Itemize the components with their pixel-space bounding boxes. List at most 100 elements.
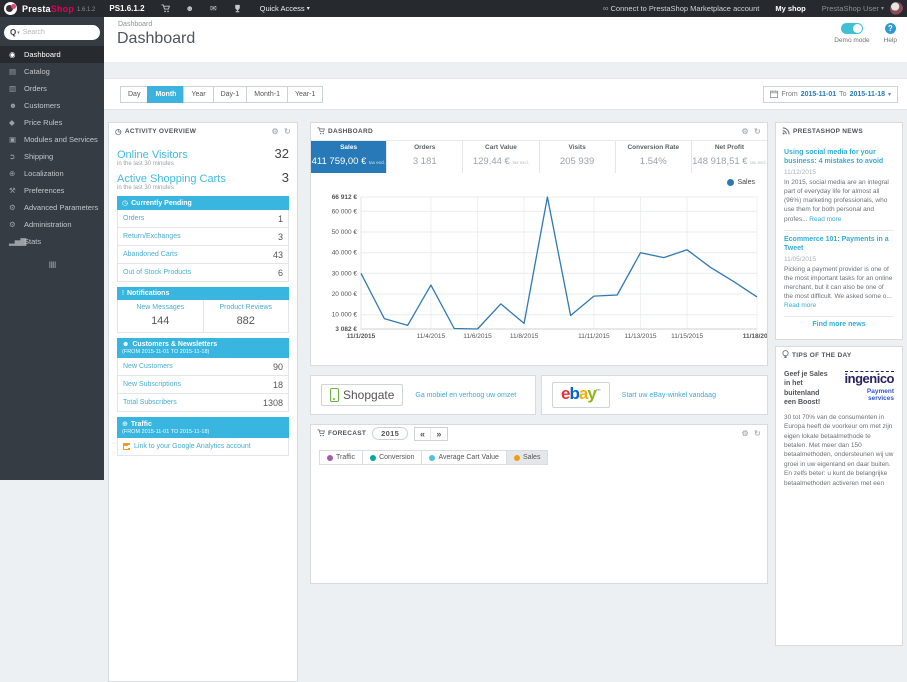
svg-text:11/13/2015: 11/13/2015 xyxy=(624,333,656,340)
gear-icon[interactable]: ⚙ xyxy=(742,127,749,136)
sidebar-item-orders[interactable]: ▥ Orders xyxy=(0,80,104,97)
row-value: 6 xyxy=(277,267,283,278)
kpi-conversion-rate[interactable]: Conversion Rate 1.54% xyxy=(616,141,692,173)
dashboard-content: ◷ ACTIVITY OVERVIEW ⚙ ↻ Online Visitors 3… xyxy=(104,110,907,682)
sidebar-item-label: Localization xyxy=(24,169,64,178)
ebay-link[interactable]: Start uw eBay-winkel vandaag xyxy=(622,392,716,399)
currently-pending-section: ◷ Currently Pending Orders 1 Return/Exchan… xyxy=(117,196,289,282)
trophy-icon[interactable] xyxy=(233,4,242,13)
online-visitors-link[interactable]: Online Visitors xyxy=(117,149,188,161)
kpi-cart-value[interactable]: Cart Value 129,44 € tax excl. xyxy=(463,141,540,173)
date-range-picker[interactable]: From 2015-11-01 To 2015-11-18 ▾ xyxy=(763,86,898,103)
pending-row-out-of-stock[interactable]: Out of Stock Products 6 xyxy=(117,264,289,282)
sidebar-item-modules[interactable]: ▣ Modules and Services xyxy=(0,131,104,148)
google-analytics-link-row[interactable]: Link to your Google Analytics account xyxy=(117,438,289,456)
gear-icon[interactable]: ⚙ xyxy=(272,127,279,136)
row-label: Return/Exchanges xyxy=(123,233,181,240)
search-scope[interactable]: Q xyxy=(10,28,16,37)
user-icon[interactable]: ☻ xyxy=(186,4,194,13)
kpi-label: Sales xyxy=(340,144,358,151)
help-icon[interactable]: ? xyxy=(884,23,896,34)
shop-name[interactable]: PS1.6.1.2 xyxy=(109,4,144,13)
chart-legend[interactable]: Sales xyxy=(727,179,755,186)
calendar-icon xyxy=(770,89,779,100)
kpi-net-profit[interactable]: Net Profit 148 918,51 € tax excl. xyxy=(692,141,767,173)
product-reviews-cell[interactable]: Product Reviews 882 xyxy=(202,300,289,332)
active-carts-link[interactable]: Active Shopping Carts xyxy=(117,173,226,185)
sidebar-item-customers[interactable]: ☻ Customers xyxy=(0,97,104,114)
read-more-link[interactable]: Read more xyxy=(809,216,841,223)
currently-pending-header: ◷ Currently Pending xyxy=(117,196,289,210)
sidebar-item-label: Preferences xyxy=(24,186,65,195)
pending-row-returns[interactable]: Return/Exchanges 3 xyxy=(117,228,289,246)
find-more-news-link[interactable]: Find more news xyxy=(784,321,894,328)
user-menu[interactable]: PrestaShop User ▾ xyxy=(822,4,884,13)
gear-icon[interactable]: ⚙ xyxy=(742,429,749,438)
shopgate-link[interactable]: Ga mobiel en verhoog uw omzet xyxy=(415,392,516,399)
sidebar-item-localization[interactable]: ⊕ Localization xyxy=(0,165,104,182)
news-item-title[interactable]: Ecommerce 101: Payments in a Tweet xyxy=(784,235,894,253)
new-messages-cell[interactable]: New Messages 144 xyxy=(118,300,203,332)
kpi-label: Conversion Rate xyxy=(627,144,680,151)
svg-text:66 912 €: 66 912 € xyxy=(332,194,358,201)
range-button-day[interactable]: Day xyxy=(120,86,148,103)
demo-mode-toggle[interactable] xyxy=(840,23,863,34)
range-button-group: Day Month Year Day-1 Month-1 Year-1 xyxy=(120,86,324,103)
sidebar-item-preferences[interactable]: ⚒ Preferences xyxy=(0,182,104,199)
next-year-button[interactable]: » xyxy=(430,427,446,440)
range-button-day-1[interactable]: Day-1 xyxy=(212,86,247,103)
kpi-value: 148 918,51 € tax excl. xyxy=(692,156,767,167)
sidebar-item-price-rules[interactable]: ◆ Price Rules xyxy=(0,114,104,131)
sidebar-item-advanced-parameters[interactable]: ⚙ Advanced Parameters xyxy=(0,199,104,216)
kpi-orders[interactable]: Orders 3 181 xyxy=(387,141,464,173)
sidebar-item-dashboard[interactable]: ◉ Dashboard xyxy=(0,46,104,63)
legend-conversion[interactable]: Conversion xyxy=(362,451,422,464)
row-label: New Customers xyxy=(123,363,173,370)
pending-row-abandoned-carts[interactable]: Abandoned Carts 43 xyxy=(117,246,289,264)
total-subscribers-row[interactable]: Total Subscribers 1308 xyxy=(117,394,289,412)
range-button-month-1[interactable]: Month-1 xyxy=(246,86,287,103)
kpi-value: 129,44 € tax excl. xyxy=(472,156,529,167)
kpi-visits[interactable]: Visits 205 939 xyxy=(540,141,616,173)
sidebar-item-catalog[interactable]: ▤ Catalog xyxy=(0,63,104,80)
previous-year-button[interactable]: « xyxy=(415,428,430,440)
row-value: 90 xyxy=(272,361,283,372)
read-more-link[interactable]: Read more xyxy=(784,302,816,309)
dashboard-icon: ◉ xyxy=(9,50,16,59)
news-item-title[interactable]: Using social media for your business: 4 … xyxy=(784,148,894,166)
range-button-year-1[interactable]: Year-1 xyxy=(286,86,324,103)
envelope-icon[interactable]: ✉ xyxy=(210,4,217,13)
refresh-icon[interactable]: ↻ xyxy=(284,127,291,136)
avatar[interactable] xyxy=(890,2,903,15)
refresh-icon[interactable]: ↻ xyxy=(754,127,761,136)
cart-icon[interactable] xyxy=(160,4,170,13)
legend-traffic[interactable]: Traffic xyxy=(320,451,363,464)
new-customers-row[interactable]: New Customers 90 xyxy=(117,358,289,376)
breadcrumb[interactable]: Dashboard xyxy=(118,21,152,28)
clock-icon: ◷ xyxy=(122,200,129,207)
ebay-banner[interactable]: ebay™ Start uw eBay-winkel vandaag xyxy=(541,375,768,415)
legend-average-cart-value[interactable]: Average Cart Value xyxy=(421,451,506,464)
pending-row-orders[interactable]: Orders 1 xyxy=(117,210,289,228)
range-button-year[interactable]: Year xyxy=(183,86,213,103)
forecast-year-pill[interactable]: 2015 xyxy=(372,427,409,440)
kpi-sales[interactable]: Sales 411 759,00 € tax excl. xyxy=(311,141,388,173)
sidebar-search-input[interactable] xyxy=(22,29,81,36)
topbar-right: ∞ Connect to PrestaShop Marketplace accou… xyxy=(603,2,907,15)
new-subscriptions-row[interactable]: New Subscriptions 18 xyxy=(117,376,289,394)
customers-newsletters-section: ☻ Customers & Newsletters (FROM 2015-11-01… xyxy=(117,338,289,412)
my-shop-link[interactable]: My shop xyxy=(775,4,805,13)
shopgate-banner[interactable]: Shopgate Ga mobiel en verhoog uw omzet xyxy=(310,375,536,415)
sidebar-item-shipping[interactable]: ➲ Shipping xyxy=(0,148,104,165)
quick-access-menu[interactable]: Quick Access ▾ xyxy=(260,4,310,13)
sidebar-collapse-toggle[interactable]: ‖‖ xyxy=(0,260,104,270)
marketplace-link[interactable]: ∞ Connect to PrestaShop Marketplace accou… xyxy=(603,4,760,13)
advanced-parameters-icon: ⚙ xyxy=(9,203,16,212)
legend-sales[interactable]: Sales xyxy=(505,451,548,464)
range-button-month[interactable]: Month xyxy=(147,86,184,103)
sidebar-item-stats[interactable]: ▂▅▇ Stats xyxy=(0,233,104,250)
sidebar-item-administration[interactable]: ⚙ Administration xyxy=(0,216,104,233)
refresh-icon[interactable]: ↻ xyxy=(754,429,761,438)
row-label: Abandoned Carts xyxy=(123,251,178,258)
average-cart-value-dot xyxy=(429,454,436,461)
